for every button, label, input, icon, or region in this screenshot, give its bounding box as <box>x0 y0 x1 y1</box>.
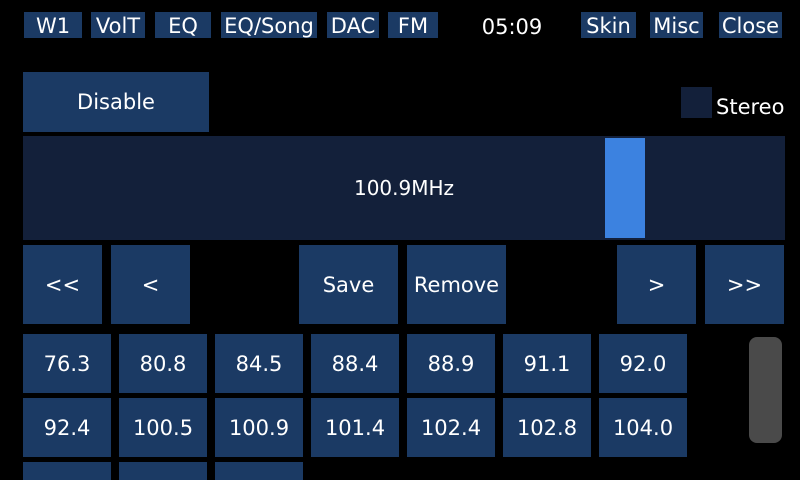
preset-button[interactable] <box>119 462 207 480</box>
preset-button[interactable]: 76.3 <box>23 334 111 393</box>
scrollbar-thumb[interactable] <box>749 337 782 443</box>
preset-button[interactable]: 102.4 <box>407 398 495 457</box>
tab-volt[interactable]: VolT <box>91 12 145 38</box>
preset-button[interactable] <box>23 462 111 480</box>
tab-eq[interactable]: EQ <box>155 12 211 38</box>
preset-button[interactable]: 92.0 <box>599 334 687 393</box>
tuner-cursor[interactable] <box>605 138 645 238</box>
preset-button[interactable]: 84.5 <box>215 334 303 393</box>
seek-back-button[interactable]: < <box>111 245 190 324</box>
tab-w1[interactable]: W1 <box>24 12 82 38</box>
preset-button[interactable]: 102.8 <box>503 398 591 457</box>
frequency-readout: 100.9MHz <box>353 176 455 200</box>
preset-button[interactable]: 88.4 <box>311 334 399 393</box>
stereo-label: Stereo <box>716 95 785 119</box>
save-button[interactable]: Save <box>299 245 398 324</box>
misc-button[interactable]: Misc <box>650 12 703 38</box>
remove-button[interactable]: Remove <box>407 245 506 324</box>
preset-button[interactable]: 80.8 <box>119 334 207 393</box>
skin-button[interactable]: Skin <box>581 12 636 38</box>
frequency-tuner[interactable]: 100.9MHz <box>23 136 785 240</box>
stereo-indicator <box>681 87 712 118</box>
preset-button[interactable] <box>215 462 303 480</box>
seek-forward-far-button[interactable]: >> <box>705 245 784 324</box>
seek-back-far-button[interactable]: << <box>23 245 102 324</box>
preset-button[interactable]: 91.1 <box>503 334 591 393</box>
tab-fm[interactable]: FM <box>388 12 438 38</box>
tab-dac[interactable]: DAC <box>327 12 379 38</box>
close-button[interactable]: Close <box>719 12 782 38</box>
seek-forward-button[interactable]: > <box>617 245 696 324</box>
preset-button[interactable]: 100.9 <box>215 398 303 457</box>
preset-button[interactable]: 100.5 <box>119 398 207 457</box>
preset-button[interactable]: 104.0 <box>599 398 687 457</box>
preset-button[interactable]: 101.4 <box>311 398 399 457</box>
clock: 05:09 <box>481 15 543 39</box>
preset-button[interactable]: 92.4 <box>23 398 111 457</box>
tab-eq-song[interactable]: EQ/Song <box>221 12 317 38</box>
preset-button[interactable]: 88.9 <box>407 334 495 393</box>
disable-button[interactable]: Disable <box>23 72 209 132</box>
